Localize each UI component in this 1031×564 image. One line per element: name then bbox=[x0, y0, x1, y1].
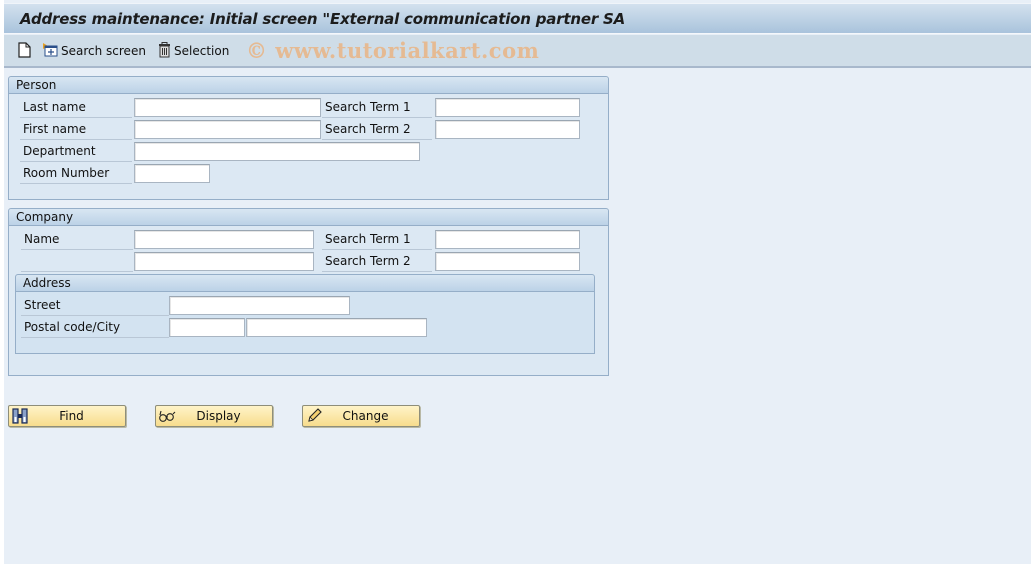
find-button[interactable]: Find bbox=[8, 405, 126, 427]
search-screen-button[interactable]: Search screen bbox=[42, 42, 146, 60]
new-document-icon bbox=[18, 41, 31, 61]
room-number-label: Room Number bbox=[20, 163, 132, 184]
title-bar: Address maintenance: Initial screen "Ext… bbox=[4, 3, 1031, 34]
company-search-term-2-input[interactable] bbox=[435, 252, 580, 271]
pencil-icon bbox=[304, 407, 324, 425]
person-search-term-1-label: Search Term 1 bbox=[322, 97, 432, 118]
company-search-term-1-input[interactable] bbox=[435, 230, 580, 249]
selection-button[interactable]: Selection bbox=[158, 41, 230, 61]
last-name-input[interactable] bbox=[134, 98, 321, 117]
find-label: Find bbox=[59, 409, 84, 423]
change-button[interactable]: Change bbox=[302, 405, 420, 427]
department-input[interactable] bbox=[134, 142, 420, 161]
glasses-icon bbox=[157, 407, 177, 425]
room-number-input[interactable] bbox=[134, 164, 210, 183]
person-search-term-2-input[interactable] bbox=[435, 120, 580, 139]
person-search-term-1-input[interactable] bbox=[435, 98, 580, 117]
sap-window: Address maintenance: Initial screen "Ext… bbox=[4, 0, 1031, 564]
binoculars-icon bbox=[10, 407, 30, 425]
watermark: © www.tutorialkart.com bbox=[246, 38, 540, 63]
first-name-label: First name bbox=[20, 119, 132, 140]
search-screen-label: Search screen bbox=[61, 44, 146, 58]
city-input[interactable] bbox=[246, 318, 427, 337]
last-name-label: Last name bbox=[20, 97, 132, 118]
person-group-title: Person bbox=[9, 77, 608, 94]
window-title: Address maintenance: Initial screen "Ext… bbox=[20, 10, 626, 28]
company-group-title: Company bbox=[9, 209, 608, 226]
company-name-2-label bbox=[21, 251, 133, 272]
display-button[interactable]: Display bbox=[155, 405, 273, 427]
company-search-term-1-label: Search Term 1 bbox=[322, 229, 432, 250]
street-input[interactable] bbox=[169, 296, 350, 315]
selection-label: Selection bbox=[174, 44, 230, 58]
first-name-input[interactable] bbox=[134, 120, 321, 139]
search-screen-icon bbox=[42, 42, 58, 61]
department-label: Department bbox=[20, 141, 132, 162]
new-button[interactable] bbox=[18, 41, 31, 61]
address-group-title: Address bbox=[16, 275, 594, 292]
change-label: Change bbox=[342, 409, 389, 423]
company-name-2-input[interactable] bbox=[134, 252, 314, 271]
trash-icon bbox=[158, 41, 171, 61]
person-search-term-2-label: Search Term 2 bbox=[322, 119, 432, 140]
street-label: Street bbox=[21, 295, 169, 316]
display-label: Display bbox=[196, 409, 241, 423]
company-name-input[interactable] bbox=[134, 230, 314, 249]
company-name-label: Name bbox=[21, 229, 133, 250]
postal-code-input[interactable] bbox=[169, 318, 245, 337]
postal-city-label: Postal code/City bbox=[21, 317, 169, 338]
company-search-term-2-label: Search Term 2 bbox=[322, 251, 432, 272]
